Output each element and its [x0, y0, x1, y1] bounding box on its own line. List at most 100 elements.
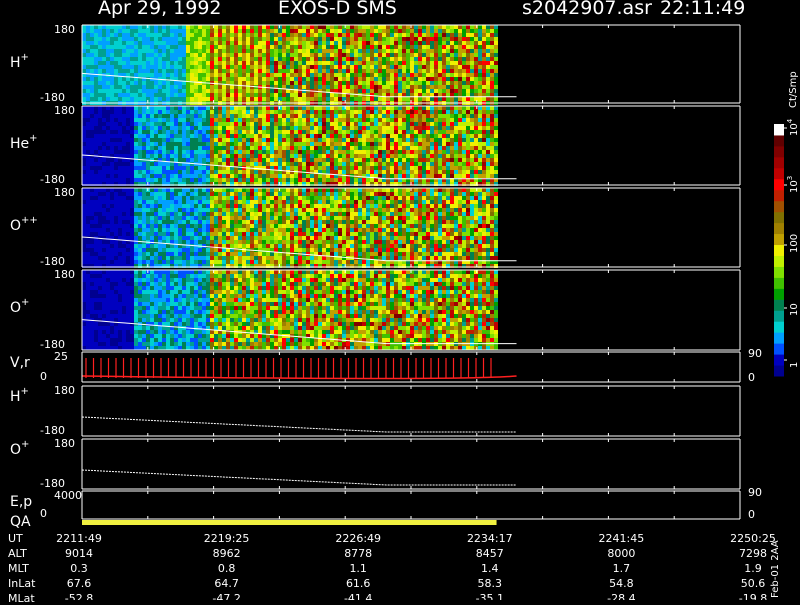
spectrogram-cell — [114, 228, 118, 232]
spectrogram-cell — [406, 61, 410, 65]
spectrogram-cell — [86, 146, 90, 150]
spectrogram-cell — [306, 154, 310, 158]
spectrogram-cell — [214, 192, 218, 196]
spectrogram-cell — [186, 236, 190, 240]
spectrogram-cell — [294, 138, 298, 142]
spectrogram-cell — [262, 25, 266, 29]
spectrogram-cell — [226, 188, 230, 192]
spectrogram-cell — [390, 170, 394, 174]
spectrogram-cell — [106, 41, 110, 45]
spectrogram-cell — [94, 97, 98, 101]
spectrogram-cell — [366, 69, 370, 73]
spectrogram-cell — [370, 130, 374, 134]
spectrogram-cell — [114, 200, 118, 204]
spectrogram-cell — [190, 85, 194, 89]
spectrogram-cell — [290, 130, 294, 134]
spectrogram-cell — [230, 174, 234, 178]
spectrogram-cell — [218, 77, 222, 81]
spectrogram-cell — [378, 126, 382, 130]
spectrogram-cell — [386, 89, 390, 93]
spectrogram-cell — [126, 41, 130, 45]
spectrogram-cell — [490, 142, 494, 146]
spectrogram-cell — [366, 166, 370, 170]
spectrogram-cell — [202, 220, 206, 224]
spectrogram-cell — [158, 228, 162, 232]
spectrogram-cell — [114, 146, 118, 150]
spectrogram-cell — [250, 77, 254, 81]
spectrogram-cell — [326, 118, 330, 122]
spectrogram-cell — [230, 134, 234, 138]
spectrogram-cell — [246, 162, 250, 166]
spectrogram-cell — [110, 41, 114, 45]
spectrogram-cell — [278, 33, 282, 37]
spectrogram-cell — [102, 224, 106, 228]
spectrogram-cell — [286, 49, 290, 53]
spectrogram-cell — [102, 200, 106, 204]
spectrogram-cell — [170, 204, 174, 208]
spectrogram-cell — [382, 122, 386, 126]
spectrogram-cell — [214, 248, 218, 252]
spectrogram-cell — [82, 138, 86, 142]
spectrogram-cell — [142, 192, 146, 196]
spectrogram-cell — [194, 33, 198, 37]
spectrogram-cell — [118, 93, 122, 97]
spectrogram-cell — [294, 37, 298, 41]
spectrogram-cell — [126, 65, 130, 69]
spectrogram-cell — [438, 89, 442, 93]
spectrogram-cell — [198, 236, 202, 240]
spectrogram-cell — [174, 212, 178, 216]
spectrogram-cell — [142, 41, 146, 45]
spectrogram-cell — [402, 25, 406, 29]
spectrogram-cell — [226, 244, 230, 248]
spectrogram-cell — [198, 178, 202, 182]
spectrogram-cell — [94, 106, 98, 110]
spectrogram-cell — [278, 45, 282, 49]
spectrogram-cell — [238, 29, 242, 33]
spectrogram-cell — [478, 89, 482, 93]
spectrogram-cell — [122, 236, 126, 240]
spectrogram-cell — [82, 150, 86, 154]
spectrogram-cell — [214, 146, 218, 150]
spectrogram-cell — [110, 252, 114, 256]
spectrogram-cell — [358, 69, 362, 73]
spectrogram-cell — [350, 150, 354, 154]
spectrogram-cell — [186, 248, 190, 252]
spectrogram-cell — [198, 85, 202, 89]
spectrogram-cell — [86, 178, 90, 182]
spectrogram-cell — [166, 162, 170, 166]
spectrogram-cell — [486, 61, 490, 65]
spectrogram-cell — [326, 138, 330, 142]
spectrogram-cell — [346, 85, 350, 89]
spectrogram-cell — [190, 220, 194, 224]
spectrogram-cell — [274, 118, 278, 122]
spectrogram-cell — [150, 81, 154, 85]
spectrogram-cell — [134, 256, 138, 260]
spectrogram-cell — [162, 220, 166, 224]
spectrogram-cell — [198, 208, 202, 212]
spectrogram-cell — [130, 150, 134, 154]
spectrogram-cell — [98, 204, 102, 208]
spectrogram-cell — [126, 232, 130, 236]
spectrogram-cell — [198, 37, 202, 41]
spectrogram-cell — [110, 240, 114, 244]
spectrogram-cell — [146, 53, 150, 57]
spectrogram-cell — [190, 61, 194, 65]
spectrogram-cell — [282, 178, 286, 182]
spectrogram-cell — [202, 212, 206, 216]
spectrogram-cell — [138, 89, 142, 93]
spectrogram-cell — [462, 69, 466, 73]
spectrogram-cell — [98, 61, 102, 65]
spectrogram-cell — [114, 174, 118, 178]
spectrogram-cell — [114, 49, 118, 53]
spectrogram-cell — [346, 178, 350, 182]
spectrogram-cell — [426, 142, 430, 146]
spectrogram-cell — [402, 69, 406, 73]
spectrogram-cell — [134, 69, 138, 73]
spectrogram-cell — [302, 57, 306, 61]
spectrogram-cell — [314, 158, 318, 162]
spectrogram-cell — [198, 166, 202, 170]
spectrogram-cell — [202, 170, 206, 174]
spectrogram-cell — [442, 37, 446, 41]
spectrogram-cell — [414, 146, 418, 150]
spectrogram-cell — [246, 138, 250, 142]
